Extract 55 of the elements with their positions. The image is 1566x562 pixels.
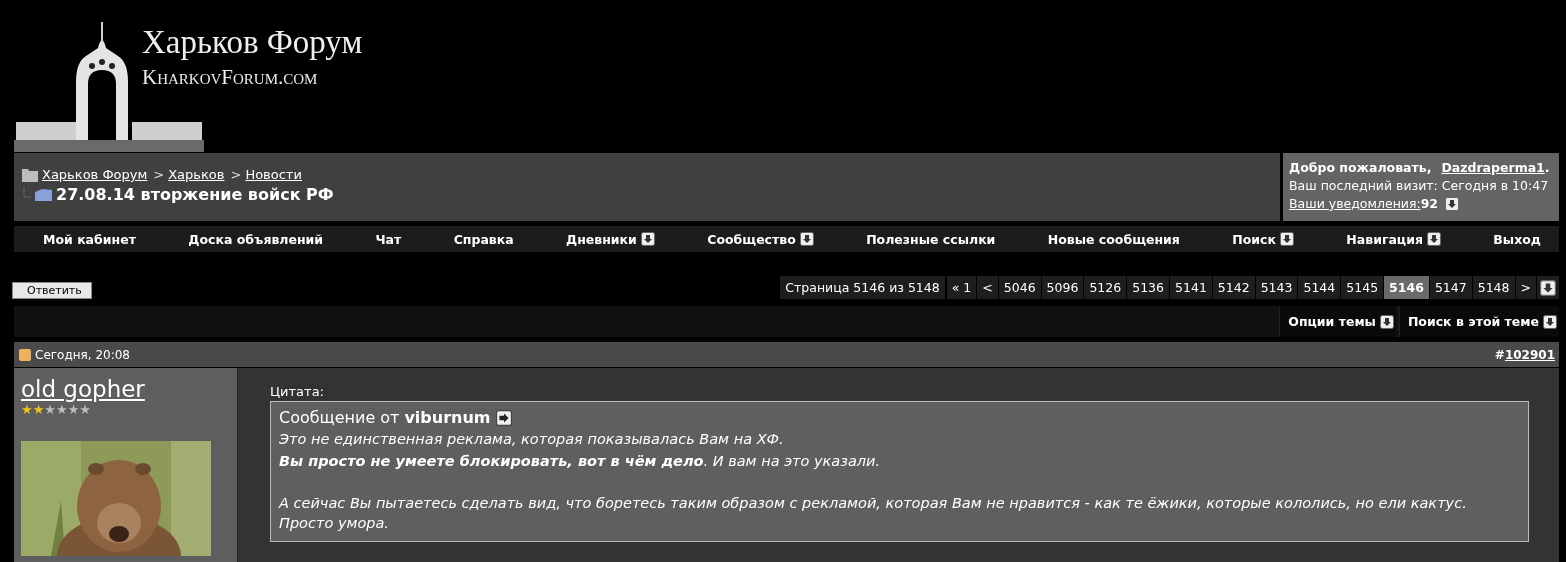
notifications-link[interactable]: Ваши уведомления: <box>1289 196 1421 211</box>
page-link[interactable]: 5096 <box>1041 276 1084 299</box>
page-link[interactable]: « 1 <box>946 276 977 299</box>
nav-link[interactable]: Доска объявлений <box>188 231 324 247</box>
breadcrumb-link[interactable]: Харьков <box>168 167 225 182</box>
quote-paragraph: Вы просто не умеете блокировать, вот в чём дело. И вам на это указали. <box>279 452 882 471</box>
nav-link[interactable]: Новые сообщения <box>1047 231 1180 247</box>
nav-link[interactable]: Сообщество <box>707 231 814 247</box>
reply-button[interactable]: Ответить <box>12 282 92 299</box>
page-link[interactable]: 5126 <box>1084 276 1127 299</box>
page-link[interactable]: 5141 <box>1170 276 1212 299</box>
breadcrumb-separator: > <box>153 167 165 182</box>
page-link[interactable]: > <box>1515 276 1536 299</box>
quote-from-text: Сообщение от <box>279 408 400 427</box>
nav-link[interactable]: Справка <box>453 231 514 247</box>
page-link[interactable]: 5146 <box>1384 276 1429 299</box>
greeting-text: Добро пожаловать, <box>1289 160 1432 175</box>
logo-subtitle: KharkovForum.com <box>142 65 319 90</box>
breadcrumb-link[interactable]: Новости <box>245 167 302 182</box>
page-link[interactable]: 5136 <box>1127 276 1170 299</box>
breadcrumb-link[interactable]: Харьков Форум <box>42 167 148 182</box>
page-link[interactable]: 5142 <box>1212 276 1255 299</box>
page-link[interactable]: 5145 <box>1341 276 1384 299</box>
quote-label: Цитата: <box>270 384 325 399</box>
username-link[interactable]: Dazdraperma1 <box>1441 160 1545 175</box>
post-number-link[interactable]: 102901 <box>1504 347 1555 362</box>
rating-stars: ★★★★★★ <box>21 403 91 417</box>
nav-link[interactable]: Навигация <box>1346 231 1441 247</box>
quote-paragraph: А сейчас Вы пытаетесь сделать вид, что боретесь таким образом с рекламой, которая Вам не нравится - как те ёжики, которые кололись, но ели кактус. Просто умора. <box>279 494 1468 533</box>
nav-link[interactable]: Дневники <box>566 231 655 247</box>
page-link[interactable]: 5147 <box>1429 276 1472 299</box>
thread-tool-menu[interactable]: Опции темы <box>1279 306 1396 337</box>
page-link[interactable]: < <box>977 276 998 299</box>
page-link[interactable]: 5148 <box>1472 276 1515 299</box>
quote-author: viburnum <box>404 408 491 427</box>
quote-paragraph: Это не единственная реклама, которая показывалась Вам на ХФ. <box>279 430 785 449</box>
page-label: Страница 5146 из 5148 <box>780 276 945 299</box>
nav-link[interactable]: Полезные ссылки <box>866 231 996 247</box>
nav-link[interactable]: Поиск <box>1232 231 1294 247</box>
nav-link[interactable]: Чат <box>375 231 402 247</box>
thread-tool-menu[interactable]: Поиск в этой теме <box>1398 306 1559 337</box>
last-visit-text: Ваш последний визит: Сегодня в 10:47 <box>1289 178 1550 193</box>
logo-title: Харьков Форум <box>142 24 363 61</box>
page-link[interactable]: 5046 <box>998 276 1041 299</box>
page-link[interactable]: 5144 <box>1298 276 1341 299</box>
thread-title: 27.08.14 вторжение войск РФ <box>56 185 334 204</box>
greeting-end-text: . <box>1544 160 1550 175</box>
post-date: Сегодня, 20:08 <box>35 347 130 362</box>
notifications-count: 92 <box>1420 196 1439 211</box>
nav-link[interactable]: Мой кабинет <box>43 231 136 247</box>
nav-link[interactable]: Выход <box>1493 231 1541 247</box>
post-number-prefix: # <box>1494 347 1505 362</box>
page-link[interactable]: 5143 <box>1255 276 1298 299</box>
author-link[interactable]: old gopher <box>21 376 145 402</box>
breadcrumb-separator: > <box>230 167 242 182</box>
